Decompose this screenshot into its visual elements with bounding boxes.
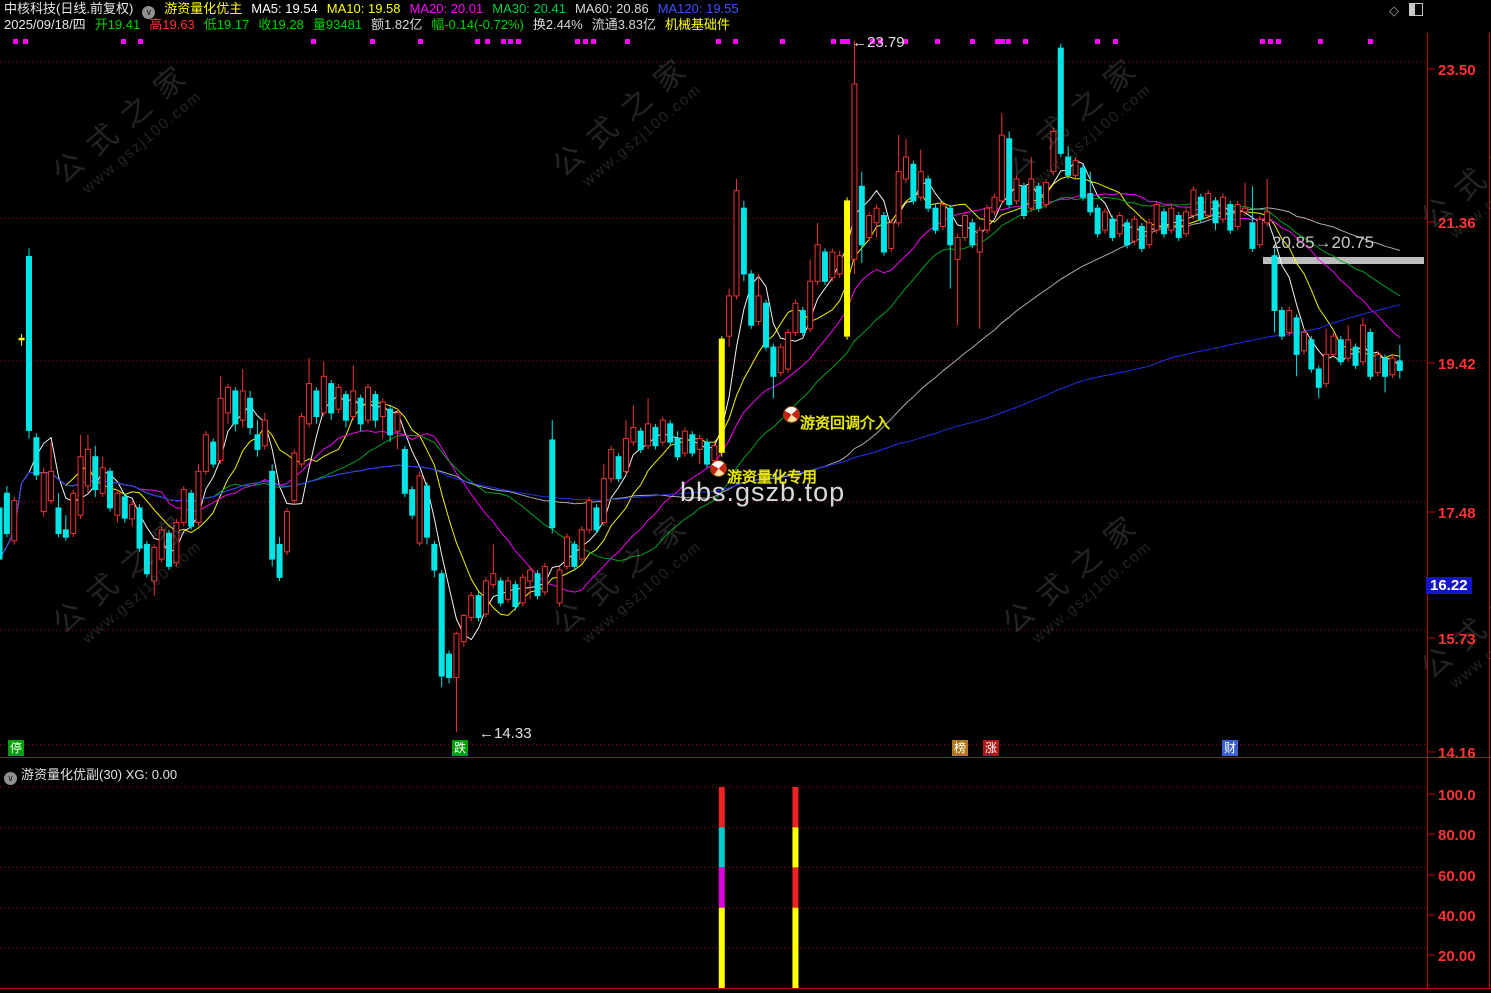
- signal-dot: [845, 39, 850, 44]
- info-field: 换2.44%: [532, 17, 583, 32]
- signal-dot: [1260, 39, 1265, 44]
- sub-plot-area[interactable]: [0, 782, 1427, 988]
- signal-dot: [1268, 39, 1273, 44]
- signal-dot: [370, 39, 375, 44]
- signal-dot: [1006, 39, 1011, 44]
- price-axis-label: 21.36: [1438, 215, 1476, 232]
- sub-indicator-name[interactable]: 游资量化优副(30): [21, 767, 122, 782]
- signal-dot: [311, 39, 316, 44]
- main-plot-area[interactable]: [0, 48, 1427, 753]
- current-price-marker: 16.22: [1426, 577, 1472, 594]
- signal-dot: [501, 39, 506, 44]
- sub-axis-label: 20.00: [1438, 948, 1476, 965]
- signal-dot: [508, 39, 513, 44]
- panel-layout-icon[interactable]: [1409, 3, 1423, 16]
- window-controls: ◇: [1389, 3, 1423, 19]
- price-axis-label: 15.73: [1438, 631, 1476, 648]
- price-axis-label: 19.42: [1438, 356, 1476, 373]
- info-field: 幅-0.14(-0.72%): [431, 17, 524, 32]
- signal-dot: [418, 39, 423, 44]
- signal-dot: [516, 39, 521, 44]
- ohlc-fields: 开19.41 高19.63 低19.17 收19.28 量93481 额1.82亿 幅-0.…: [95, 17, 739, 32]
- trade-date: 2025/09/18/四: [4, 17, 86, 32]
- info-field: 量93481: [312, 17, 363, 32]
- ma-label: MA120: 19.55: [657, 1, 739, 16]
- diamond-icon[interactable]: ◇: [1389, 3, 1399, 18]
- signal-dot: [138, 39, 143, 44]
- info-field: 低19.17: [203, 17, 250, 32]
- signal-dot: [1023, 39, 1028, 44]
- signal-dot: [870, 39, 875, 44]
- signal-dot: [575, 39, 580, 44]
- app-window: 中核科技(日线.前复权) ∨ 游资量化优主 MA5: 19.54 MA10: 19.58…: [0, 0, 1491, 993]
- signal-dot: [831, 39, 836, 44]
- xg-value: XG: 0.00: [125, 767, 178, 782]
- signal-dot: [733, 39, 738, 44]
- signal-dot: [903, 39, 908, 44]
- signal-dot: [1095, 39, 1100, 44]
- ma-label: MA60: 20.86: [574, 1, 649, 16]
- main-indicator-name[interactable]: 游资量化优主: [164, 1, 242, 16]
- signal-dot: [780, 39, 785, 44]
- signal-dot: [475, 39, 480, 44]
- ma-label: MA30: 20.41: [492, 1, 566, 16]
- price-axis-label: 17.48: [1438, 505, 1476, 522]
- info-bar: 2025/09/18/四 开19.41 高19.63 低19.17 收19.28 量934…: [4, 17, 748, 33]
- price-axis-label: 14.16: [1438, 745, 1476, 762]
- info-field: 流通3.83亿: [591, 17, 657, 32]
- signal-dot: [583, 39, 588, 44]
- signal-dot: [121, 39, 126, 44]
- signal-dot: [1318, 39, 1323, 44]
- info-field: 高19.63: [149, 17, 195, 32]
- signal-dot: [625, 39, 630, 44]
- signal-dot: [1276, 39, 1281, 44]
- signal-dot: [935, 39, 940, 44]
- signal-dot: [23, 39, 28, 44]
- sub-axis-label: 80.00: [1438, 827, 1476, 844]
- signal-dot: [878, 39, 883, 44]
- signal-dot: [13, 39, 18, 44]
- signal-dot: [716, 39, 721, 44]
- signal-dot: [1368, 39, 1373, 44]
- signal-dot: [995, 39, 1000, 44]
- info-field: 机械基础件: [665, 17, 731, 32]
- sub-axis-label: 100.0: [1438, 787, 1476, 804]
- ma-label: MA10: 19.58: [326, 1, 401, 16]
- signal-dot: [485, 39, 490, 44]
- ma-label: MA20: 20.01: [409, 1, 484, 16]
- sub-axis-label: 60.00: [1438, 868, 1476, 885]
- info-field: 收19.28: [258, 17, 304, 32]
- signal-dot: [1113, 39, 1118, 44]
- signal-dot: [591, 39, 596, 44]
- ma-label: MA5: 19.54: [251, 1, 318, 16]
- signal-dot: [840, 39, 845, 44]
- signal-dot: [970, 39, 975, 44]
- price-axis-label: 23.50: [1438, 62, 1476, 79]
- ma-value-labels: MA5: 19.54 MA10: 19.58 MA20: 20.01 MA30: 20…: [251, 1, 747, 16]
- sub-axis-label: 40.00: [1438, 908, 1476, 925]
- stock-title: 中核科技(日线.前复权): [4, 1, 134, 16]
- signal-dot: [1000, 39, 1005, 44]
- info-field: 开19.41: [94, 17, 141, 32]
- info-field: 额1.82亿: [371, 17, 423, 32]
